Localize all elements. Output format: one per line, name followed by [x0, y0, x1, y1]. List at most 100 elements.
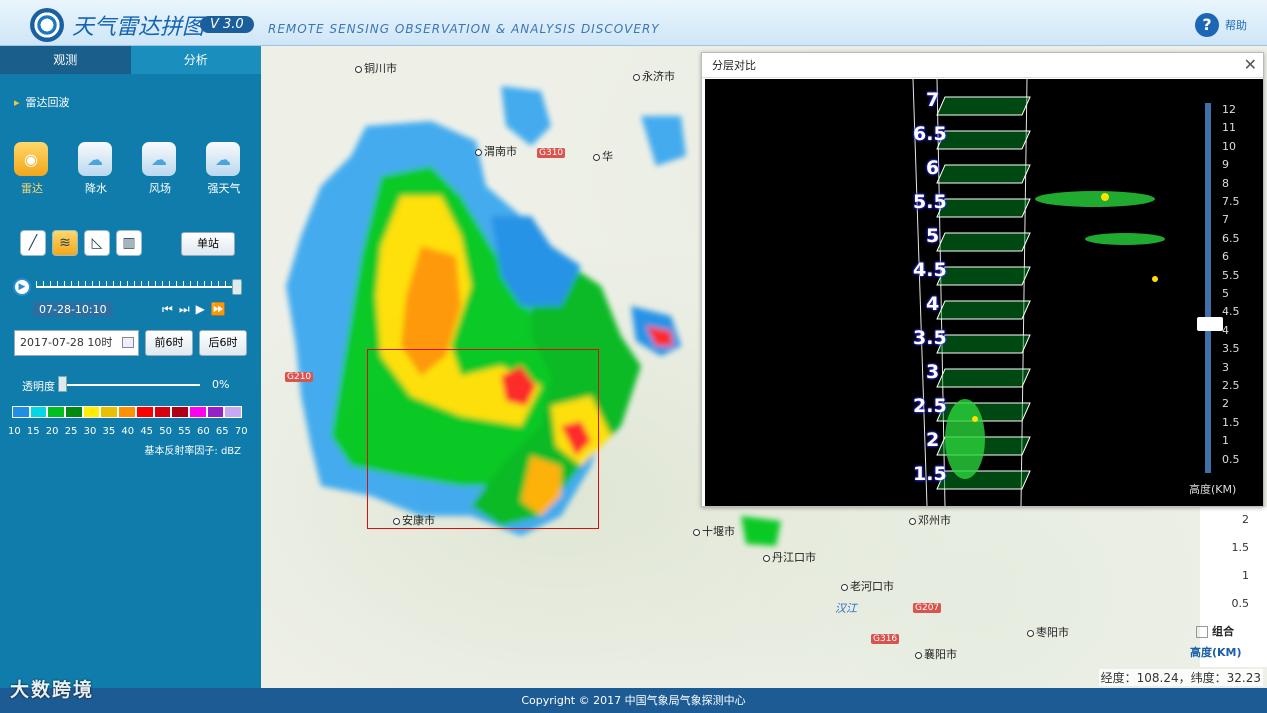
opacity-handle[interactable]	[58, 376, 67, 392]
single-station-button[interactable]: 单站	[181, 232, 235, 256]
legend-swatch	[29, 406, 48, 418]
legend-swatch	[188, 406, 207, 418]
scale-label: 2.5	[1222, 379, 1240, 392]
tab-analysis[interactable]: 分析	[130, 46, 261, 74]
legend-swatch	[12, 406, 30, 418]
prev-6h-button[interactable]: 前6时	[145, 330, 193, 356]
sidebar-tabs: 观测 分析	[0, 46, 261, 74]
layer-plane	[936, 164, 1031, 184]
legend-swatch	[153, 406, 172, 418]
scale-label: 12	[1222, 103, 1236, 116]
level-label: 2.5	[913, 395, 947, 417]
profile-tool-icon[interactable]: ◺	[84, 230, 110, 256]
scale-label: 3.5	[1222, 342, 1240, 356]
city-label: 安康市	[393, 512, 435, 528]
legend-swatch	[224, 406, 242, 418]
level-label: 5	[926, 225, 940, 247]
height-handle[interactable]	[1197, 317, 1223, 331]
city-label: 老河口市	[841, 578, 894, 594]
watermark: 大数跨境	[10, 679, 95, 701]
scale-label: 1.5	[1222, 415, 1240, 429]
current-time-label: 07-28-10:10	[33, 302, 113, 317]
road-shield: G207	[913, 603, 942, 613]
fast-forward-icon[interactable]: ⏩	[211, 302, 226, 317]
city-label: 襄阳市	[915, 646, 957, 662]
timeline-ticks	[36, 281, 236, 287]
next-6h-button[interactable]: 后6时	[199, 330, 247, 356]
date-value: 2017-07-28 10时	[20, 336, 113, 349]
scale-label: 7.5	[1222, 195, 1240, 208]
city-label: 邓州市	[909, 512, 951, 528]
layers-tool-icon[interactable]: ≋	[52, 230, 78, 256]
next-frame-icon[interactable]: ⏭	[179, 302, 190, 317]
opacity-value: 0%	[212, 378, 230, 391]
legend-unit: 基本反射率因子: dBZ	[144, 446, 241, 457]
city-label: 铜川市	[355, 60, 397, 76]
scale-label: 9	[1222, 158, 1229, 172]
first-frame-icon[interactable]: ⏮	[162, 302, 173, 317]
app-header: 天气雷达拼图 V 3.0 REMOTE SENSING OBSERVATION …	[0, 0, 1267, 46]
play-icon[interactable]: ▶	[13, 278, 31, 296]
legend-swatch	[82, 406, 101, 418]
city-label: 丹江口市	[763, 549, 816, 565]
legend-swatch	[47, 406, 66, 418]
layer-3d-view[interactable]: 7 6.5 6 5.5 5 4.5 4 3.5 3 2.5 2 1.5	[705, 78, 1179, 507]
layer-plane	[936, 300, 1031, 320]
level-label: 4	[926, 293, 940, 315]
line-tool-icon[interactable]: ╱	[20, 230, 46, 256]
scale-title: 高度(KM)	[1189, 483, 1237, 496]
composite-checkbox[interactable]	[1196, 626, 1208, 638]
close-icon[interactable]: ✕	[1244, 55, 1257, 74]
scale-label: 7	[1222, 213, 1229, 227]
height-track[interactable]	[1205, 103, 1211, 473]
city-label: 华	[593, 148, 613, 164]
copyright: Copyright © 2017 中国气象局气象探测中心	[521, 694, 746, 707]
level-label: 3	[926, 361, 940, 383]
timeline-slider[interactable]	[36, 281, 236, 288]
opacity-slider[interactable]	[60, 384, 200, 386]
scale-label: 8	[1222, 176, 1229, 190]
layer-plane	[936, 266, 1031, 286]
scale-label: 1	[1222, 434, 1229, 448]
date-field[interactable]: 2017-07-28 10时	[14, 330, 139, 356]
layer-height-scale: 高度(KM) 12 11 10 9 8 7.5 7 6.5 6 5.5 5 4.5 4 3.5 3 2.5 2 1…	[1179, 79, 1263, 506]
city-label: 十堰市	[693, 523, 735, 539]
height-tick: 0.5	[1231, 597, 1250, 610]
play-forward-icon[interactable]: ▶	[196, 302, 205, 317]
feature-severe-button[interactable]: ☁ 强天气	[206, 142, 242, 196]
calendar-icon[interactable]	[122, 337, 134, 348]
playback-controls: ⏮ ⏭ ▶ ⏩	[162, 302, 226, 317]
layer-panel-title: 分层对比	[702, 53, 1263, 78]
level-label: 4.5	[913, 259, 947, 281]
scale-label: 4	[1222, 323, 1229, 337]
layer-plane	[936, 130, 1031, 150]
app-title: 天气雷达拼图	[72, 15, 205, 40]
level-label: 3.5	[913, 327, 947, 349]
feature-radar-label: 雷达	[21, 182, 43, 195]
help-button[interactable]: ? 帮助	[1195, 13, 1247, 37]
color-legend	[12, 406, 242, 418]
feature-rain-button[interactable]: ☁ 降水	[78, 142, 114, 196]
composite-toggle[interactable]: 组合	[1196, 623, 1234, 639]
section-radar-echo[interactable]: ▸ 雷达回波	[14, 94, 261, 110]
layer-plane	[936, 368, 1031, 388]
scale-label: 6	[1222, 250, 1229, 264]
feature-wind-button[interactable]: ☁ 风场	[142, 142, 178, 196]
tool-row: ╱ ≋ ◺ ▥	[20, 230, 142, 256]
city-label: 永济市	[633, 68, 675, 84]
sidebar: 观测 分析 ▸ 雷达回波 ◉ 雷达 ☁ 降水 ☁ 风场 ☁ 强天气 ╱ ≋ ◺ ▥…	[0, 46, 261, 688]
tab-observation[interactable]: 观测	[0, 46, 131, 74]
selection-rectangle[interactable]	[367, 349, 599, 529]
height-tick: 2	[1242, 513, 1249, 526]
timeline-handle[interactable]	[232, 279, 242, 295]
coordinate-readout: 经度：108.24，纬度：32.23	[1098, 669, 1263, 686]
scale-label: 11	[1222, 121, 1236, 135]
scale-label: 2	[1222, 397, 1229, 411]
feature-radar-button[interactable]: ◉ 雷达	[14, 142, 50, 196]
histogram-tool-icon[interactable]: ▥	[116, 230, 142, 256]
rain-icon: ☁	[78, 142, 112, 176]
legend-swatch	[206, 406, 225, 418]
road-shield: G310	[537, 148, 566, 158]
height-tick: 1	[1242, 569, 1249, 582]
level-label: 6	[926, 157, 940, 179]
